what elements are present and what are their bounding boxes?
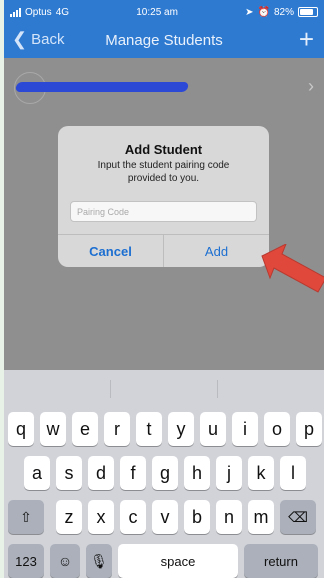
key-n[interactable]: n [216,500,242,534]
top-bar: Optus 4G 10:25 am ➤ ⏰ 82% ❮ Back Manage … [4,0,324,58]
network-label: 4G [55,6,70,18]
key-u[interactable]: u [200,412,226,446]
key-p[interactable]: p [296,412,322,446]
key-g[interactable]: g [152,456,178,490]
key-z[interactable]: z [56,500,82,534]
key-m[interactable]: m [248,500,274,534]
key-k[interactable]: k [248,456,274,490]
keyboard-row-2: a s d f g h j k l [24,456,306,490]
key-o[interactable]: o [264,412,290,446]
emoji-icon: ☺ [57,553,73,569]
alarm-icon: ⏰ [257,6,270,18]
space-key[interactable]: space [118,544,238,578]
key-e[interactable]: e [72,412,98,446]
cancel-button[interactable]: Cancel [58,235,164,267]
plus-icon: + [298,24,314,54]
key-t[interactable]: t [136,412,162,446]
return-key[interactable]: return [244,544,318,578]
location-icon: ➤ [245,6,254,18]
key-v[interactable]: v [152,500,178,534]
carrier-label: Optus [25,6,52,18]
add-button[interactable]: Add [164,235,269,267]
add-student-dialog: Add Student Input the student pairing co… [58,126,269,267]
key-y[interactable]: y [168,412,194,446]
dictation-key[interactable]: 🎙 [86,544,112,578]
key-f[interactable]: f [120,456,146,490]
chevron-right-icon: › [308,76,314,96]
key-q[interactable]: q [8,412,34,446]
backspace-icon: ⌫ [288,508,308,525]
dialog-actions: Cancel Add [58,234,269,267]
dialog-title: Add Student [124,142,203,157]
add-student-button[interactable]: + [299,24,314,54]
pairing-code-input[interactable] [70,201,257,222]
keyboard-row-3: ⇧ z x c v b n m ⌫ [8,500,316,534]
key-h[interactable]: h [184,456,210,490]
red-arrow-annotation [261,244,324,293]
phone-screen: Optus 4G 10:25 am ➤ ⏰ 82% ❮ Back Manage … [4,0,324,578]
microphone-icon: 🎙 [90,552,108,569]
key-r[interactable]: r [104,412,130,446]
numbers-key[interactable]: 123 [8,544,44,578]
list-item[interactable]: › [4,70,324,104]
key-b[interactable]: b [184,500,210,534]
key-i[interactable]: i [232,412,258,446]
redacted-student-name [14,82,190,92]
keyboard-row-4: 123 ☺ 🎙 space return [8,544,318,578]
suggestion-bar [4,370,324,406]
key-l[interactable]: l [280,456,306,490]
dialog-message: Input the student pairing code provided … [97,160,230,184]
key-j[interactable]: j [216,456,242,490]
navigation-bar: ❮ Back Manage Students + [4,24,324,56]
battery-percent: 82% [273,6,294,18]
shift-icon: ⇧ [20,508,32,525]
emoji-key[interactable]: ☺ [50,544,80,578]
suggestion-divider [110,380,111,398]
signal-icon [10,7,21,17]
key-x[interactable]: x [88,500,114,534]
page-title: Manage Students [105,32,223,49]
key-s[interactable]: s [56,456,82,490]
status-bar: Optus 4G 10:25 am ➤ ⏰ 82% [10,4,318,20]
key-c[interactable]: c [120,500,146,534]
delete-key[interactable]: ⌫ [280,500,316,534]
key-d[interactable]: d [88,456,114,490]
keyboard-row-1: q w e r t y u i o p [8,412,322,446]
battery-icon [298,7,318,17]
key-w[interactable]: w [40,412,66,446]
keyboard: q w e r t y u i o p a s d f g h j k l ⇧ … [4,370,324,578]
shift-key[interactable]: ⇧ [8,500,44,534]
suggestion-divider [217,380,218,398]
key-a[interactable]: a [24,456,50,490]
status-time: 10:25 am [136,6,178,18]
